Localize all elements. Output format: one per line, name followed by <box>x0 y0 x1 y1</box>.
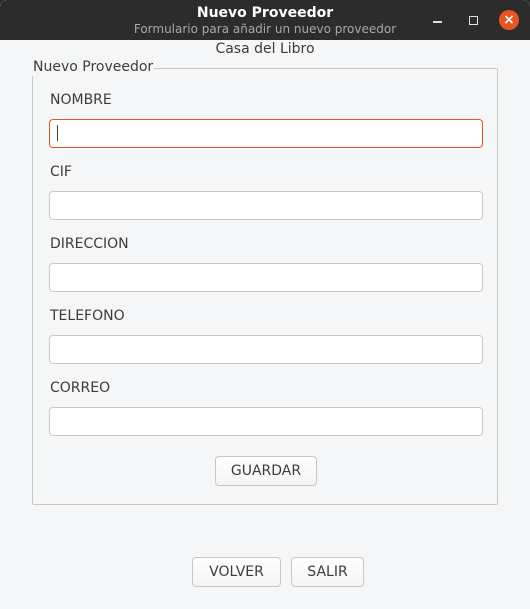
window-subtitle: Formulario para añadir un nuevo proveedo… <box>133 22 397 36</box>
cif-input[interactable] <box>49 191 483 220</box>
title-bar[interactable]: Nuevo Proveedor Formulario para añadir u… <box>0 0 530 40</box>
volver-button[interactable]: VOLVER <box>192 557 281 587</box>
direccion-input[interactable] <box>49 263 483 292</box>
window-title: Nuevo Proveedor <box>196 5 334 21</box>
maximize-icon <box>468 15 478 25</box>
correo-input[interactable] <box>49 407 483 436</box>
guardar-button[interactable]: GUARDAR <box>215 456 317 486</box>
nombre-label: NOMBRE <box>50 92 112 108</box>
telefono-input[interactable] <box>49 335 483 364</box>
app-title: Casa del Libro <box>215 41 315 57</box>
nombre-input[interactable] <box>49 119 483 148</box>
group-title: Nuevo Proveedor <box>32 59 155 76</box>
cif-label: CIF <box>50 164 72 180</box>
minimize-icon <box>432 20 442 23</box>
close-button[interactable]: × <box>499 10 519 30</box>
app-window: Nuevo Proveedor Formulario para añadir u… <box>0 0 530 609</box>
maximize-button[interactable] <box>463 10 483 30</box>
text-caret <box>57 125 58 141</box>
direccion-label: DIRECCION <box>50 236 129 252</box>
salir-button[interactable]: SALIR <box>291 557 364 587</box>
correo-label: CORREO <box>50 380 111 396</box>
telefono-label: TELEFONO <box>50 308 125 324</box>
close-icon: × <box>503 12 515 28</box>
minimize-button[interactable] <box>427 10 447 30</box>
